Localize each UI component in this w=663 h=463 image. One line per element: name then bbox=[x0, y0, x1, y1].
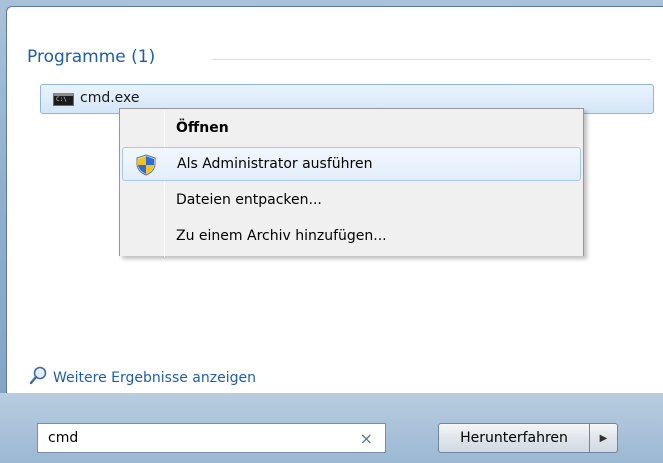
menu-item-run-as-admin[interactable]: Als Administrator ausführen bbox=[122, 147, 581, 181]
context-menu: Öffnen Als Administrator ausführen Datei… bbox=[119, 108, 584, 257]
clear-search-icon[interactable]: × bbox=[360, 429, 373, 448]
menu-item-open[interactable]: Öffnen bbox=[122, 111, 581, 145]
menu-item-add-to-archive[interactable]: Zu einem Archiv hinzufügen... bbox=[122, 219, 581, 253]
menu-item-label: Zu einem Archiv hinzufügen... bbox=[176, 228, 387, 244]
search-box[interactable]: × bbox=[37, 423, 386, 453]
search-input[interactable] bbox=[48, 430, 358, 446]
menu-item-label: Dateien entpacken... bbox=[176, 192, 322, 208]
menu-item-label: Als Administrator ausführen bbox=[177, 156, 373, 172]
result-item-label: cmd.exe bbox=[80, 90, 140, 106]
more-results-link[interactable]: Weitere Ergebnisse anzeigen bbox=[29, 366, 256, 390]
menu-item-label: Öffnen bbox=[176, 120, 229, 136]
more-results-label: Weitere Ergebnisse anzeigen bbox=[53, 370, 256, 386]
shutdown-button[interactable]: Herunterfahren bbox=[438, 423, 590, 453]
shutdown-options-arrow-icon[interactable]: ▶ bbox=[590, 423, 618, 453]
section-title: Programme (1) bbox=[27, 47, 156, 67]
search-icon bbox=[29, 366, 47, 390]
section-divider bbox=[212, 59, 650, 60]
shutdown-group: Herunterfahren ▶ bbox=[438, 423, 618, 453]
section-header: Programme (1) bbox=[27, 44, 155, 70]
command-prompt-icon: C:\ bbox=[53, 92, 74, 106]
menu-item-extract-files[interactable]: Dateien entpacken... bbox=[122, 183, 581, 217]
uac-shield-icon bbox=[135, 154, 157, 176]
